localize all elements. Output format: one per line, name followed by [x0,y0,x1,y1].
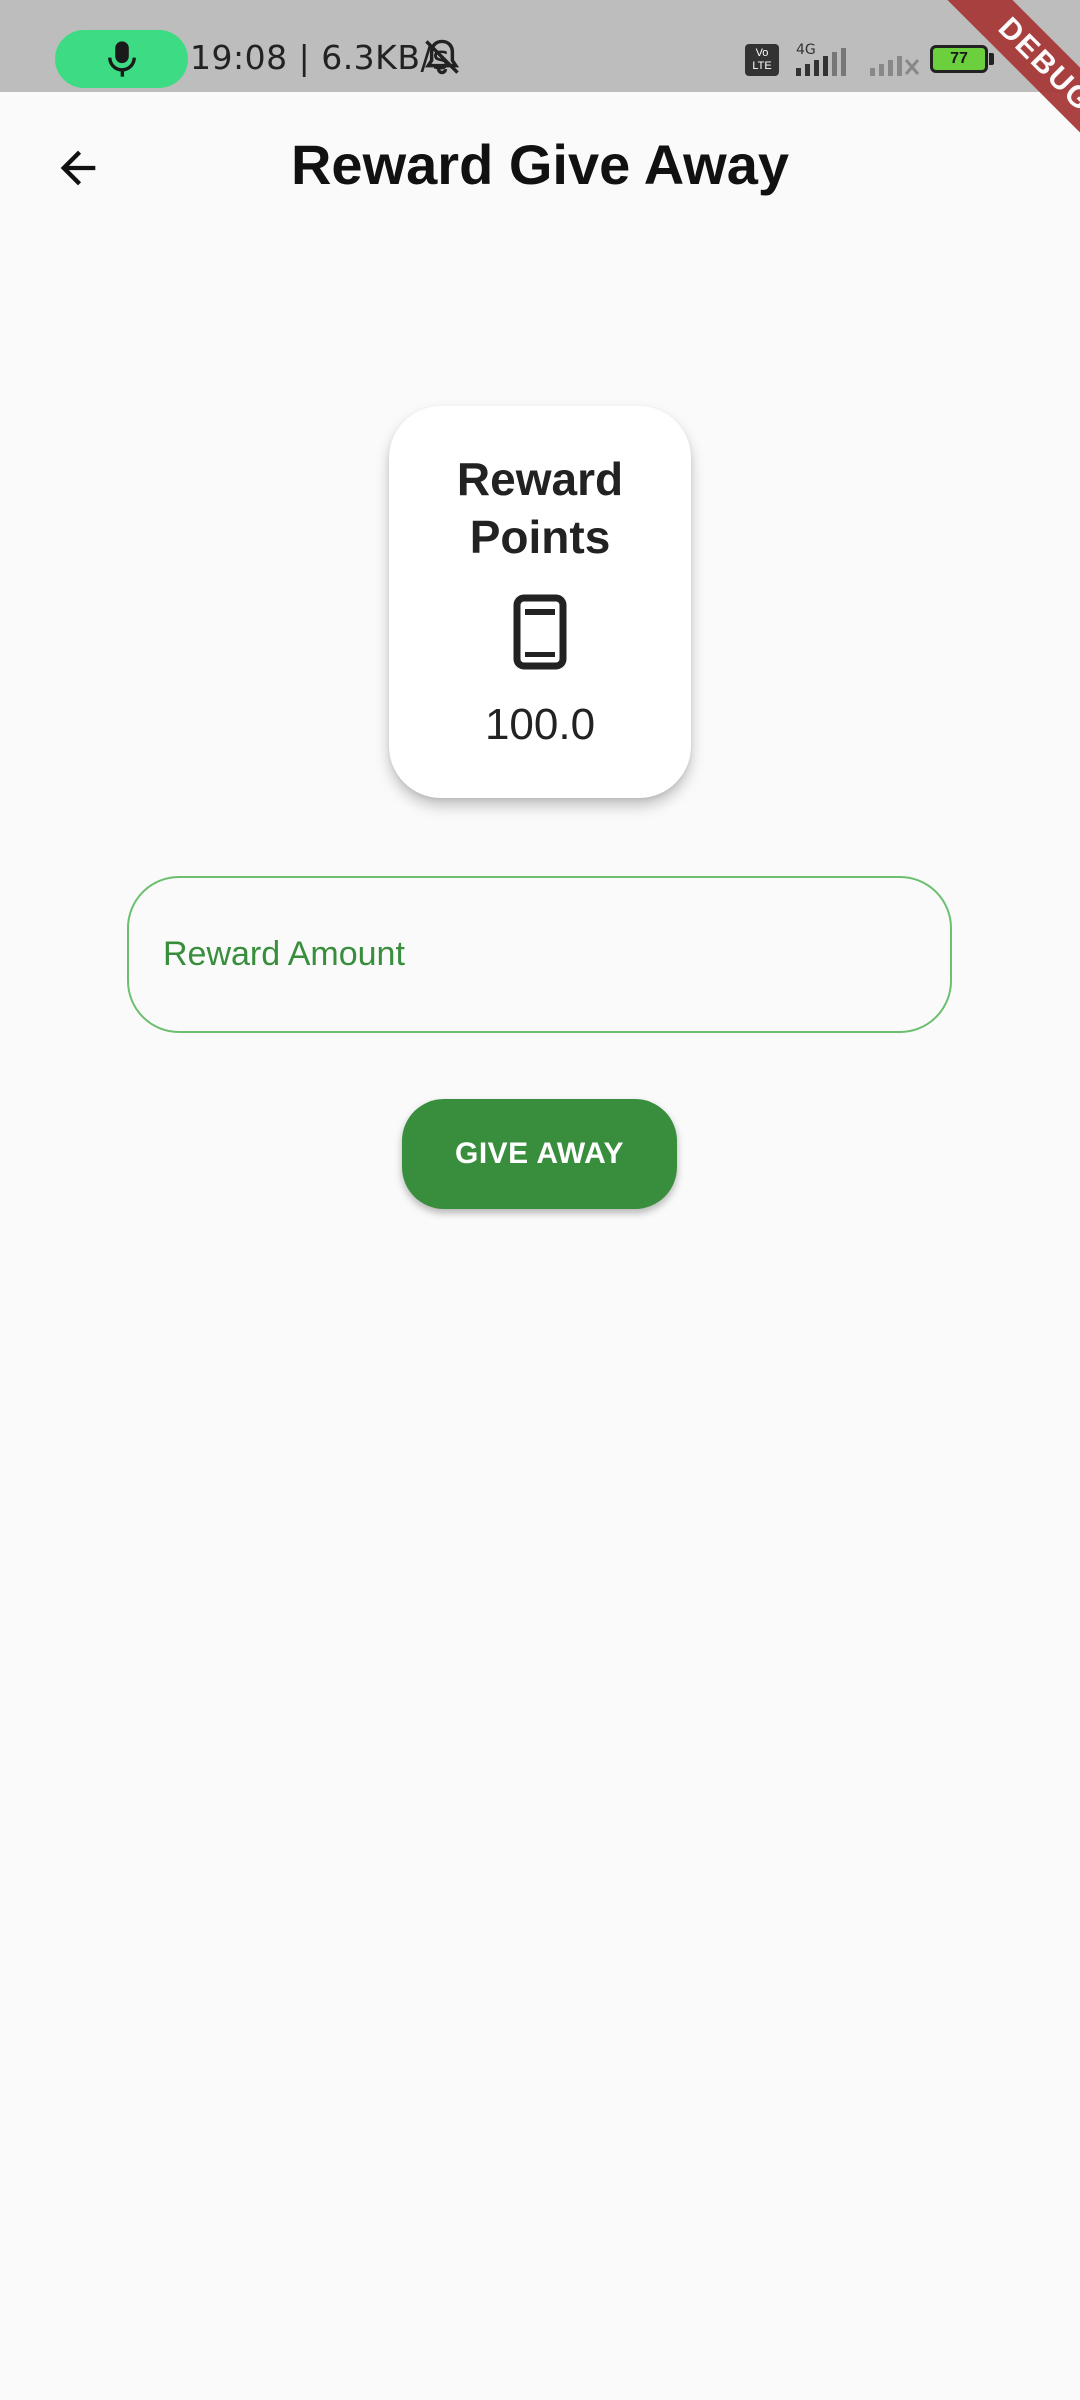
reward-points-card: Reward Points 100.0 [389,406,691,798]
mic-indicator[interactable] [55,30,188,88]
page-title: Reward Give Away [290,133,789,196]
app-bar: Reward Give Away [0,92,1080,246]
status-time-speed: 19:08 | 6.3KB/s [190,38,450,77]
phone-icon [513,594,567,670]
mic-icon [108,41,136,77]
give-away-button[interactable]: GIVE AWAY [402,1099,677,1209]
reward-points-title: Reward Points [456,453,624,563]
bell-off-icon [424,39,460,75]
reward-points-value: 100.0 [484,700,596,749]
reward-amount-input[interactable] [127,876,952,1033]
network-type-label: 4G [796,42,816,58]
signal-icon: 4G [796,42,846,76]
volte-badge: Vo LTE [745,44,779,76]
